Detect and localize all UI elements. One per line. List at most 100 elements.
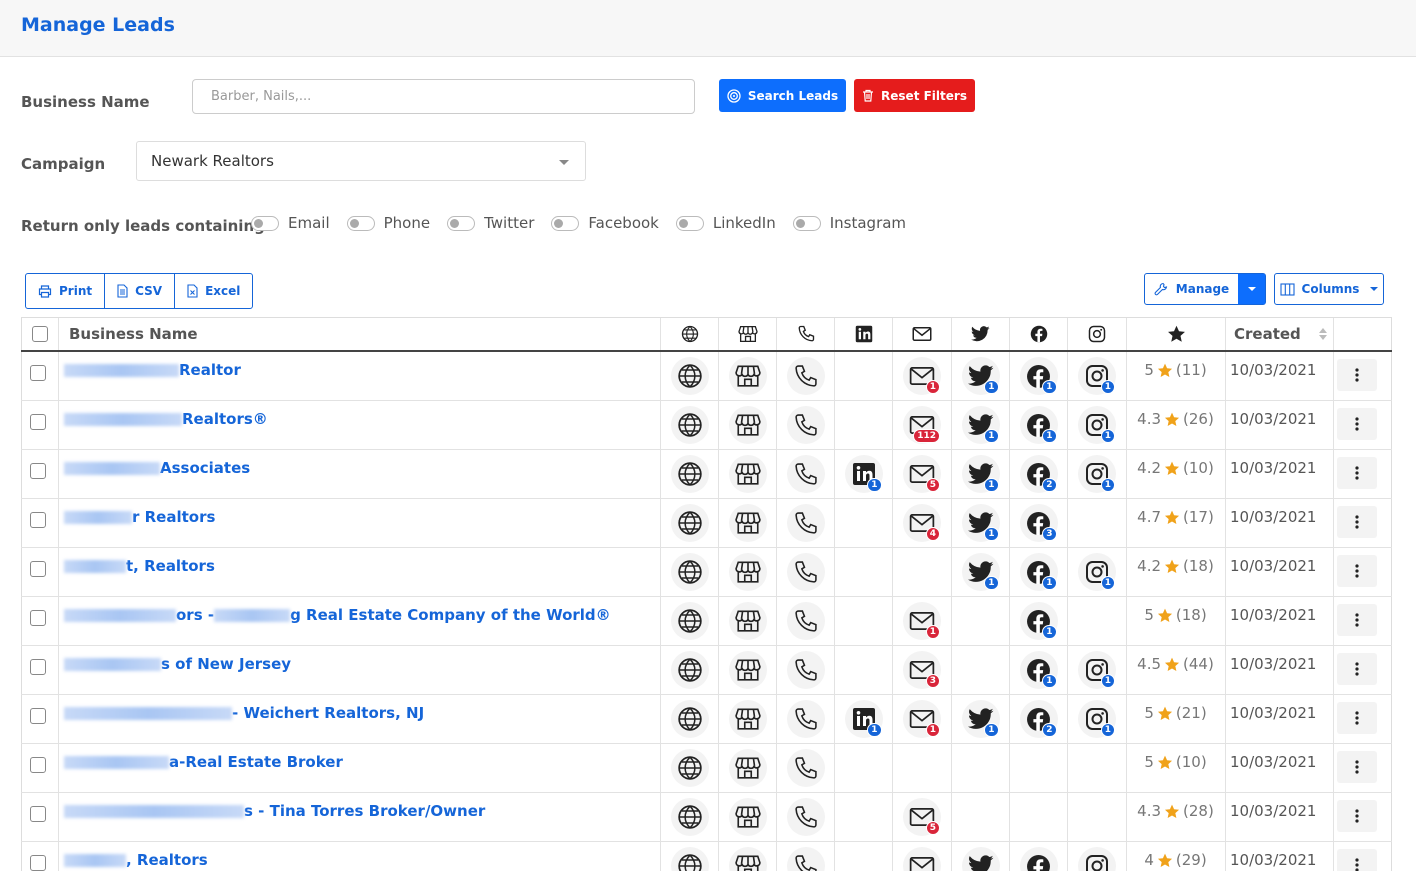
- created-header[interactable]: Created: [1225, 318, 1333, 350]
- store-link[interactable]: [728, 602, 767, 640]
- website-link[interactable]: [670, 847, 709, 871]
- filter-phone[interactable]: Phone: [346, 214, 430, 232]
- facebook-link[interactable]: 1: [1019, 406, 1058, 444]
- website-link[interactable]: [670, 357, 709, 395]
- email-link[interactable]: 1: [903, 700, 941, 738]
- row-actions-button[interactable]: [1337, 604, 1377, 636]
- store-link[interactable]: [728, 798, 767, 836]
- csv-button[interactable]: CSV: [105, 274, 176, 308]
- email-link[interactable]: [903, 847, 941, 871]
- facebook-link[interactable]: 1: [1019, 357, 1058, 395]
- row-checkbox[interactable]: [30, 806, 46, 822]
- phone-link[interactable]: [786, 847, 825, 871]
- twitter-link[interactable]: 1: [961, 357, 1000, 395]
- business-name-link[interactable]: t, Realtors: [64, 557, 215, 575]
- row-checkbox[interactable]: [30, 708, 46, 724]
- website-link[interactable]: [670, 553, 709, 591]
- email-link[interactable]: 1: [903, 357, 941, 395]
- phone-link[interactable]: [786, 651, 825, 689]
- email-toggle[interactable]: [251, 215, 279, 231]
- twitter-link[interactable]: 1: [961, 553, 1000, 591]
- facebook-link[interactable]: 2: [1019, 700, 1058, 738]
- website-link[interactable]: [670, 700, 709, 738]
- phone-toggle[interactable]: [346, 215, 375, 231]
- instagram-link[interactable]: 1: [1078, 455, 1116, 493]
- store-link[interactable]: [728, 504, 767, 542]
- website-link[interactable]: [670, 504, 709, 542]
- row-checkbox[interactable]: [30, 757, 46, 773]
- store-link[interactable]: [728, 651, 767, 689]
- email-link[interactable]: 5: [903, 455, 941, 493]
- twitter-toggle[interactable]: [447, 215, 476, 231]
- row-checkbox[interactable]: [30, 512, 46, 528]
- phone-link[interactable]: [786, 504, 825, 542]
- row-checkbox[interactable]: [30, 855, 46, 871]
- business-name-input[interactable]: [192, 79, 695, 114]
- reset-filters-button[interactable]: Reset Filters: [854, 79, 975, 112]
- business-name-header[interactable]: Business Name: [58, 318, 660, 350]
- twitter-link[interactable]: 1: [961, 700, 1000, 738]
- business-name-link[interactable]: a-Real Estate Broker: [64, 753, 343, 771]
- phone-link[interactable]: [786, 602, 825, 640]
- store-link[interactable]: [728, 357, 767, 395]
- row-checkbox[interactable]: [30, 561, 46, 577]
- phone-link[interactable]: [786, 357, 825, 395]
- filter-instagram[interactable]: Instagram: [792, 214, 906, 232]
- business-name-link[interactable]: Associates: [64, 459, 250, 477]
- linkedin-toggle[interactable]: [675, 215, 704, 231]
- row-checkbox[interactable]: [30, 610, 46, 626]
- business-name-link[interactable]: s - Tina Torres Broker/Owner: [64, 802, 485, 820]
- instagram-link[interactable]: [1078, 847, 1116, 871]
- select-all-checkbox[interactable]: [32, 326, 48, 342]
- instagram-link[interactable]: 1: [1078, 406, 1116, 444]
- campaign-select[interactable]: Newark Realtors: [136, 141, 586, 181]
- filter-email[interactable]: Email: [251, 214, 330, 232]
- business-name-link[interactable]: Realtors®: [64, 410, 268, 428]
- facebook-link[interactable]: 3: [1019, 504, 1058, 542]
- linkedin-link[interactable]: 1: [844, 700, 883, 738]
- row-actions-button[interactable]: [1337, 702, 1377, 734]
- facebook-link[interactable]: [1019, 847, 1058, 871]
- row-actions-button[interactable]: [1337, 359, 1377, 391]
- row-actions-button[interactable]: [1337, 849, 1377, 871]
- filter-linkedin[interactable]: LinkedIn: [675, 214, 776, 232]
- business-name-link[interactable]: , Realtors: [64, 851, 208, 869]
- website-link[interactable]: [670, 406, 709, 444]
- store-link[interactable]: [728, 553, 767, 591]
- row-actions-button[interactable]: [1337, 800, 1377, 832]
- search-leads-button[interactable]: Search Leads: [719, 79, 846, 112]
- phone-link[interactable]: [786, 749, 825, 787]
- twitter-link[interactable]: 1: [961, 406, 1000, 444]
- facebook-link[interactable]: 1: [1019, 553, 1058, 591]
- row-checkbox[interactable]: [30, 659, 46, 675]
- facebook-link[interactable]: 1: [1019, 651, 1058, 689]
- phone-link[interactable]: [786, 455, 825, 493]
- row-actions-button[interactable]: [1337, 506, 1377, 538]
- row-checkbox[interactable]: [30, 365, 46, 381]
- business-name-link[interactable]: ors - g Real Estate Company of the World…: [64, 606, 611, 624]
- phone-link[interactable]: [786, 406, 825, 444]
- row-checkbox[interactable]: [30, 414, 46, 430]
- website-link[interactable]: [670, 651, 709, 689]
- instagram-link[interactable]: 1: [1078, 357, 1116, 395]
- twitter-link[interactable]: 1: [961, 455, 1000, 493]
- business-name-link[interactable]: Realtor: [64, 361, 241, 379]
- instagram-link[interactable]: 1: [1078, 651, 1116, 689]
- store-link[interactable]: [728, 847, 767, 871]
- email-link[interactable]: 3: [903, 651, 941, 689]
- manage-button[interactable]: Manage: [1145, 274, 1238, 304]
- twitter-link[interactable]: 1: [961, 504, 1000, 542]
- website-link[interactable]: [670, 602, 709, 640]
- row-actions-button[interactable]: [1337, 555, 1377, 587]
- print-button[interactable]: Print: [26, 274, 106, 308]
- instagram-link[interactable]: 1: [1078, 553, 1116, 591]
- email-link[interactable]: 4: [903, 504, 941, 542]
- business-name-link[interactable]: s of New Jersey: [64, 655, 291, 673]
- twitter-link[interactable]: [961, 847, 1000, 871]
- website-link[interactable]: [670, 455, 709, 493]
- facebook-link[interactable]: 1: [1019, 602, 1058, 640]
- filter-facebook[interactable]: Facebook: [551, 214, 659, 232]
- email-link[interactable]: 1: [903, 602, 941, 640]
- website-link[interactable]: [670, 798, 709, 836]
- row-checkbox[interactable]: [30, 463, 46, 479]
